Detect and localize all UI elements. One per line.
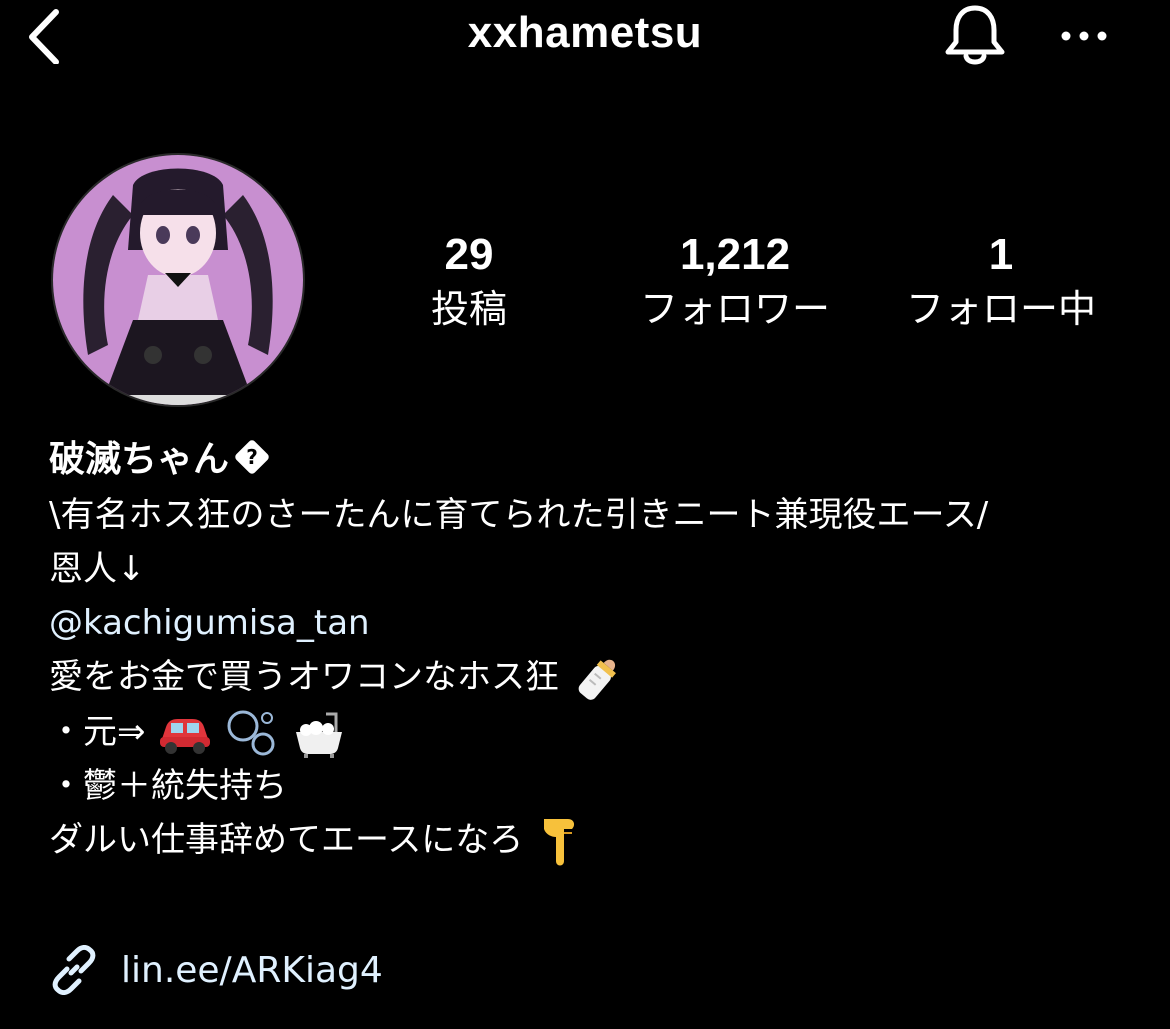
bio-line-6: ダルい仕事辞めてエースになろ	[49, 813, 1139, 870]
more-options-button[interactable]	[1056, 18, 1112, 54]
display-name: 破滅ちゃん	[49, 439, 230, 480]
avatar-illustration	[53, 155, 303, 405]
stat-posts-value: 29	[444, 230, 494, 279]
profile-avatar[interactable]	[51, 153, 305, 407]
stat-followers-label: フォロワー	[639, 287, 830, 331]
stat-followers-value: 1,212	[679, 230, 791, 279]
bio-line-1: \有名ホス狂のさーたんに育てられた引きニート兼現役エース/	[49, 495, 989, 535]
stat-following-value: 1	[988, 230, 1014, 279]
stat-posts-label: 投稿	[430, 287, 507, 331]
bathtub-emoji	[295, 712, 342, 758]
pointing-down-emoji	[544, 819, 575, 866]
more-horizontal-icon	[1061, 31, 1107, 41]
stat-following[interactable]: 1 フォロー中	[881, 226, 1121, 334]
stat-following-label: フォロー中	[905, 287, 1096, 331]
mention-link[interactable]: @kachigumisa_tan	[49, 596, 1139, 650]
top-bar: xxhametsu	[0, 0, 1170, 80]
bio-line-5: ・鬱＋統失持ち	[49, 765, 287, 806]
notifications-button[interactable]	[940, 2, 1010, 70]
bio-line-2: 恩人↓	[49, 549, 146, 589]
bio-section: 破滅ちゃん? \有名ホス狂のさーたんに育てられた引きニート兼現役エース/ 恩人↓…	[49, 432, 1139, 869]
stat-posts[interactable]: 29 投稿	[349, 226, 589, 334]
unknown-glyph-icon: ?	[233, 438, 271, 476]
bio-line-4: ・元⇒	[49, 705, 1139, 759]
bio-line-3: 愛をお金で買うオワコンなホス狂	[49, 650, 1139, 705]
link-icon	[52, 945, 96, 995]
car-emoji	[160, 719, 211, 754]
bubbles-emoji	[227, 710, 275, 756]
baby-bottle-emoji	[578, 659, 616, 700]
external-link[interactable]: lin.ee/ARKiag4	[49, 940, 383, 1000]
display-name-row: 破滅ちゃん?	[49, 432, 1139, 488]
link-text: lin.ee/ARKiag4	[121, 949, 383, 991]
stat-followers[interactable]: 1,212 フォロワー	[615, 226, 855, 334]
bell-icon	[945, 5, 1005, 65]
